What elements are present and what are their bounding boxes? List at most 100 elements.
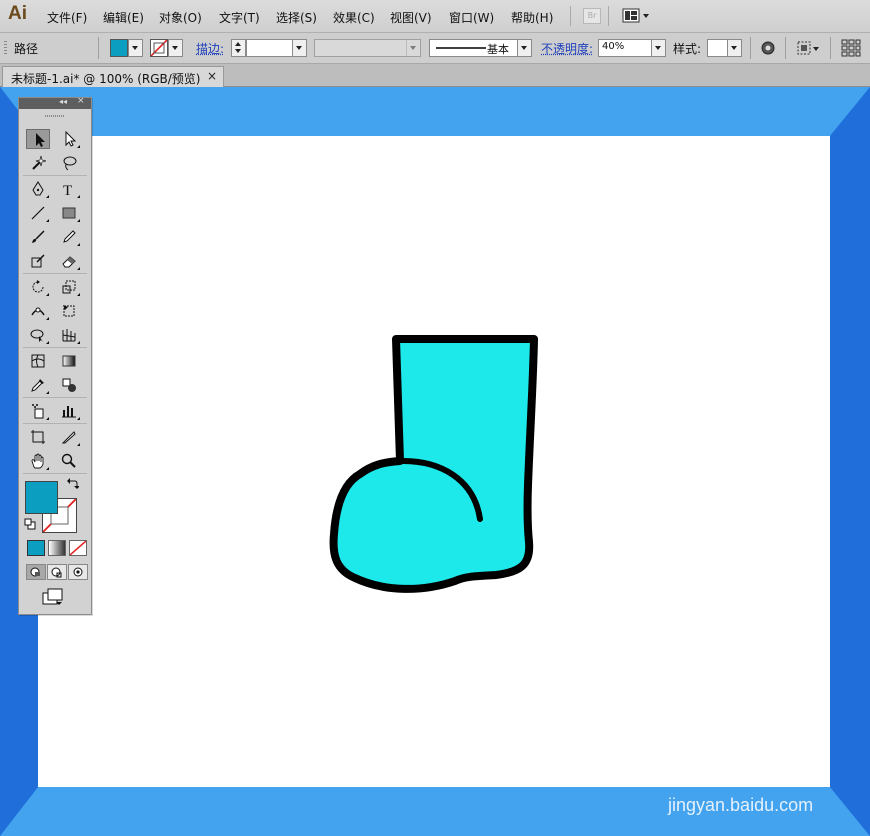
direct-selection-tool-button[interactable] xyxy=(57,129,81,149)
fill-dropdown[interactable] xyxy=(128,39,143,57)
scale-tool-button[interactable] xyxy=(57,277,81,297)
shape-builder-tool-button[interactable] xyxy=(26,325,50,345)
free-transform-tool-icon xyxy=(63,305,75,317)
brush-stroke-preview-icon xyxy=(436,47,486,49)
zoom-tool-button[interactable] xyxy=(57,451,81,471)
menu-help[interactable]: 帮助(H) xyxy=(511,9,553,26)
stroke-weight-field[interactable] xyxy=(246,39,307,57)
bridge-button[interactable]: Br xyxy=(583,8,601,24)
artboard-tool-icon xyxy=(31,430,45,444)
watermark-logo: Baidu经验 xyxy=(668,750,805,783)
none-stroke-icon xyxy=(151,40,167,56)
draw-normal-button[interactable] xyxy=(26,564,46,580)
rectangle-tool-button[interactable] xyxy=(57,203,81,223)
color-mode-button[interactable] xyxy=(27,540,45,556)
blend-tool-icon xyxy=(62,378,76,392)
opacity-panel-link[interactable]: 不透明度: xyxy=(541,40,593,57)
gradient-tool-icon xyxy=(62,355,76,367)
workspace-switcher-button[interactable] xyxy=(622,8,652,24)
draw-behind-icon xyxy=(51,567,62,578)
symbol-sprayer-tool-button[interactable] xyxy=(26,401,50,421)
tools-panel-grip[interactable] xyxy=(45,115,65,117)
default-fill-stroke-button[interactable] xyxy=(24,518,36,533)
pencil-tool-button[interactable] xyxy=(57,227,81,247)
menu-file[interactable]: 文件(F) xyxy=(47,9,87,26)
stroke-panel-link[interactable]: 描边: xyxy=(196,40,224,57)
stroke-dropdown[interactable] xyxy=(168,39,183,57)
draw-behind-button[interactable] xyxy=(47,564,67,580)
close-icon[interactable]: × xyxy=(77,96,85,106)
menu-type[interactable]: 文字(T) xyxy=(219,9,260,26)
column-graph-tool-icon xyxy=(62,406,76,418)
mesh-tool-button[interactable] xyxy=(26,351,50,371)
lasso-tool-button[interactable] xyxy=(57,153,81,173)
type-tool-button[interactable]: T xyxy=(57,179,81,199)
slice-tool-button[interactable] xyxy=(57,427,81,447)
paintbrush-tool-button[interactable] xyxy=(26,227,50,247)
draw-inside-button[interactable] xyxy=(68,564,88,580)
fill-color-swatch[interactable] xyxy=(110,39,128,57)
artboard-tool-button[interactable] xyxy=(26,427,50,447)
menu-object[interactable]: 对象(O) xyxy=(159,9,202,26)
gradient-tool-button[interactable] xyxy=(57,351,81,371)
hand-tool-icon xyxy=(31,453,44,469)
blend-tool-button[interactable] xyxy=(57,375,81,395)
lasso-tool-icon xyxy=(63,156,77,171)
variable-width-profile-dropdown[interactable] xyxy=(314,39,421,57)
stroke-weight-stepper[interactable] xyxy=(231,39,246,57)
recolor-artwork-button[interactable] xyxy=(759,39,777,57)
column-graph-tool-button[interactable] xyxy=(57,401,81,421)
zoom-tool-icon xyxy=(61,453,76,468)
brush-definition-dropdown[interactable]: 基本 xyxy=(429,39,532,57)
magic-wand-tool-icon xyxy=(32,155,46,170)
menu-view[interactable]: 视图(V) xyxy=(390,9,432,26)
menu-edit[interactable]: 编辑(E) xyxy=(103,9,144,26)
panel-menu-button[interactable] xyxy=(841,39,861,57)
stroke-color-swatch[interactable] xyxy=(150,39,168,57)
rotate-tool-button[interactable] xyxy=(26,277,50,297)
menu-effect[interactable]: 效果(C) xyxy=(333,9,375,26)
opacity-value: 40% xyxy=(602,41,625,52)
width-tool-button[interactable] xyxy=(26,301,50,321)
screen-mode-icon xyxy=(42,588,63,605)
document-tab-title: 未标题-1.ai* @ 100% (RGB/预览) xyxy=(11,72,201,86)
collapse-icon[interactable]: ◂◂ xyxy=(59,97,67,106)
document-tab[interactable]: 未标题-1.ai* @ 100% (RGB/预览) × xyxy=(2,66,224,87)
pen-tool-button[interactable] xyxy=(26,179,50,199)
draw-normal-icon xyxy=(30,567,40,577)
direct-selection-tool-icon xyxy=(65,131,77,147)
fill-color-box[interactable] xyxy=(25,481,58,514)
free-transform-tool-button[interactable] xyxy=(57,301,81,321)
mesh-tool-icon xyxy=(31,354,45,368)
menu-window[interactable]: 窗口(W) xyxy=(449,9,494,26)
control-bar: 路径 描边: 基本 不透明度: 40% 样式: xyxy=(0,33,870,64)
screen-mode-button[interactable] xyxy=(42,588,66,609)
close-icon[interactable]: × xyxy=(207,69,217,83)
magic-wand-tool-button[interactable] xyxy=(26,153,50,173)
perspective-grid-tool-button[interactable] xyxy=(57,325,81,345)
graphic-style-dropdown[interactable] xyxy=(707,39,742,57)
control-divider xyxy=(750,37,751,59)
hand-tool-button[interactable] xyxy=(26,451,50,471)
eyedropper-tool-button[interactable] xyxy=(26,375,50,395)
boot-shape[interactable] xyxy=(0,87,870,836)
canvas-workspace[interactable] xyxy=(0,87,870,836)
recolor-artwork-icon xyxy=(761,41,775,55)
eraser-tool-button[interactable] xyxy=(57,251,81,271)
line-segment-tool-button[interactable] xyxy=(26,203,50,223)
gradient-mode-button[interactable] xyxy=(48,540,66,556)
graphic-style-label: 样式: xyxy=(673,42,702,56)
tools-panel-header[interactable]: ◂◂ × xyxy=(19,96,91,109)
control-bar-grip[interactable] xyxy=(4,41,7,55)
menu-select[interactable]: 选择(S) xyxy=(276,9,317,26)
pencil-tool-icon xyxy=(63,230,76,243)
workspace-layout-icon xyxy=(622,8,649,23)
menu-divider xyxy=(608,6,609,26)
align-options-button[interactable] xyxy=(796,39,822,57)
opacity-field[interactable]: 40% xyxy=(598,39,666,57)
swap-fill-stroke-button[interactable] xyxy=(67,478,80,493)
blob-brush-tool-button[interactable] xyxy=(26,251,50,271)
tools-panel[interactable]: ◂◂ × T xyxy=(18,96,92,615)
none-mode-button[interactable] xyxy=(69,540,87,556)
selection-tool-button[interactable] xyxy=(26,129,50,149)
